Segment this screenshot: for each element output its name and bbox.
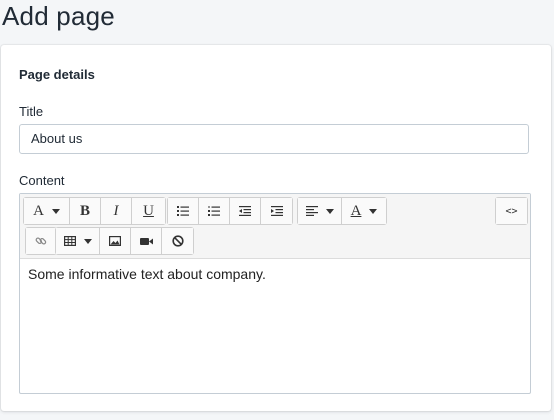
page-details-card: Page details Title About us Content A B … [1,45,551,411]
insert-group [55,227,194,255]
bold-icon: B [79,202,90,219]
text-style-group: A B I U [23,197,166,225]
image-button[interactable] [100,228,131,254]
indent-button[interactable] [261,198,292,224]
rich-text-editor: A B I U A <> Some informative text about… [19,193,531,394]
list-group [167,197,293,225]
underline-icon: U [143,202,154,219]
link-icon [35,237,47,245]
image-icon [109,236,121,246]
font-style-button[interactable]: A [24,198,70,224]
editor-toolbar: A B I U A <> [20,194,530,259]
chevron-down-icon [369,208,378,214]
align-button[interactable] [298,198,342,224]
content-label: Content [19,173,65,188]
clear-format-button[interactable] [162,228,193,254]
chevron-down-icon [51,208,60,214]
clear-format-icon [171,235,184,247]
title-input[interactable]: About us [19,124,529,154]
code-view-button[interactable]: <> [496,198,527,224]
paragraph-group: A [297,197,387,225]
font-style-icon: A [33,202,44,219]
outdent-icon [239,206,251,216]
table-button[interactable] [56,228,100,254]
underline-button[interactable]: U [132,198,165,224]
unordered-list-icon [177,206,189,216]
unordered-list-button[interactable] [168,198,199,224]
bold-button[interactable]: B [70,198,101,224]
section-title: Page details [19,67,95,82]
ordered-list-button[interactable] [199,198,230,224]
font-color-icon: A [350,202,362,219]
editor-content[interactable]: Some informative text about company. [28,266,522,282]
chevron-down-icon [83,238,92,244]
italic-button[interactable]: I [101,198,132,224]
outdent-button[interactable] [230,198,261,224]
link-group [25,227,57,255]
ordered-list-icon [208,206,220,216]
align-left-icon [305,206,318,216]
table-icon [63,236,76,246]
title-label: Title [19,104,44,119]
code-view-icon: <> [505,205,518,217]
code-view-group: <> [495,197,528,225]
chevron-down-icon [325,208,334,214]
indent-icon [270,206,283,216]
italic-icon: I [113,202,119,219]
link-button[interactable] [26,228,56,254]
page-title: Add page [2,1,115,31]
video-icon [139,237,153,245]
font-color-button[interactable]: A [342,198,386,224]
video-button[interactable] [131,228,162,254]
